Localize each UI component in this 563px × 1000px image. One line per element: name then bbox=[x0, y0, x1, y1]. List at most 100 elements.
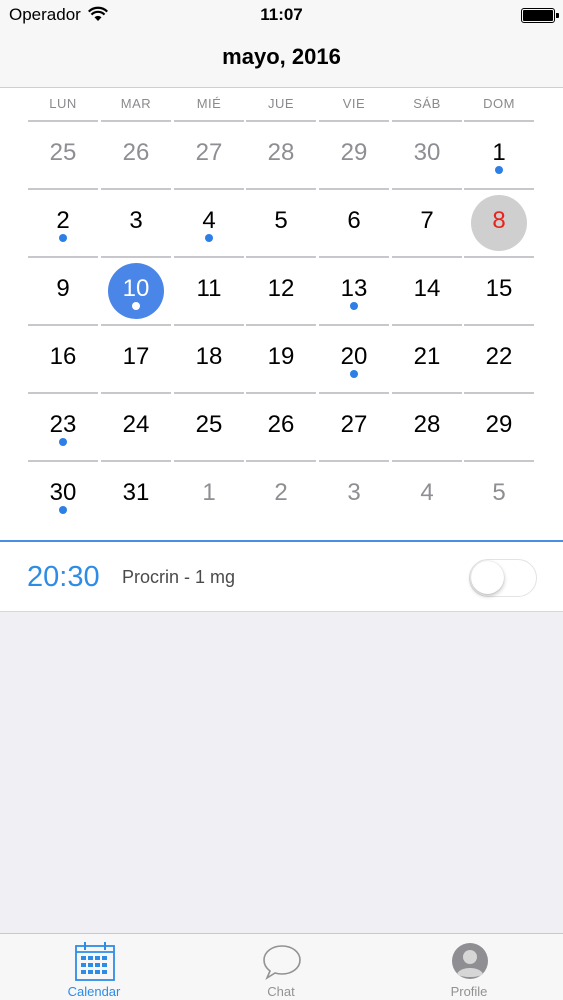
weekday-label: DOM bbox=[483, 96, 515, 111]
calendar-day-cell[interactable]: 24 bbox=[101, 392, 171, 459]
calendar-day-cell[interactable]: 6 bbox=[319, 188, 389, 255]
day-number: 12 bbox=[267, 275, 295, 302]
month-title: mayo, 2016 bbox=[222, 44, 341, 69]
day-number: 23 bbox=[49, 411, 77, 438]
day-number: 11 bbox=[196, 275, 222, 302]
calendar-day-cell[interactable]: 13 bbox=[319, 256, 389, 323]
calendar-day-cell[interactable]: 5 bbox=[464, 460, 534, 527]
weekday-label: MIÉ bbox=[196, 96, 222, 111]
calendar-icon bbox=[75, 942, 115, 981]
day-number: 17 bbox=[122, 343, 150, 370]
event-dot bbox=[59, 438, 67, 446]
calendar-day-cell[interactable]: 5 bbox=[246, 188, 316, 255]
calendar-day-cell[interactable]: 23 bbox=[28, 392, 98, 459]
calendar-day-cell[interactable]: 19 bbox=[246, 324, 316, 391]
calendar-day-cell[interactable]: 2 bbox=[246, 460, 316, 527]
day-number: 31 bbox=[122, 479, 150, 506]
calendar-day-cell[interactable]: 1 bbox=[464, 120, 534, 187]
day-number: 25 bbox=[195, 411, 223, 438]
calendar-day-cell[interactable]: 15 bbox=[464, 256, 534, 323]
calendar-day-cell[interactable]: 12 bbox=[246, 256, 316, 323]
medication-row[interactable]: 20:30 Procrin - 1 mg bbox=[0, 542, 563, 612]
profile-icon bbox=[452, 943, 488, 979]
calendar-day-cell[interactable]: 29 bbox=[319, 120, 389, 187]
day-number: 3 bbox=[347, 479, 361, 506]
tab-chat-label: Chat bbox=[267, 984, 295, 999]
day-number: 2 bbox=[274, 479, 288, 506]
calendar-day-cell[interactable]: 20 bbox=[319, 324, 389, 391]
calendar-day-cell[interactable]: 1 bbox=[174, 460, 244, 527]
day-number: 15 bbox=[485, 275, 513, 302]
calendar-day-cell[interactable]: 17 bbox=[101, 324, 171, 391]
event-dot bbox=[59, 506, 67, 514]
day-number: 26 bbox=[122, 139, 150, 166]
day-number: 20 bbox=[340, 343, 368, 370]
calendar-day-cell[interactable]: 27 bbox=[174, 120, 244, 187]
day-number: 6 bbox=[347, 207, 361, 234]
day-number: 26 bbox=[267, 411, 295, 438]
day-number: 1 bbox=[202, 479, 216, 506]
calendar-day-cell[interactable]: 28 bbox=[246, 120, 316, 187]
weekday-label: LUN bbox=[49, 96, 77, 111]
status-bar: Operador 11:07 bbox=[0, 0, 563, 30]
calendar-day-cell[interactable]: 31 bbox=[101, 460, 171, 527]
calendar-day-cell[interactable]: 7 bbox=[392, 188, 462, 255]
medication-time: 20:30 bbox=[27, 561, 100, 593]
calendar-day-cell[interactable]: 26 bbox=[246, 392, 316, 459]
day-number: 30 bbox=[49, 479, 77, 506]
calendar-day-cell[interactable]: 16 bbox=[28, 324, 98, 391]
weekday-label: VIE bbox=[342, 96, 366, 111]
medication-toggle[interactable] bbox=[469, 559, 537, 597]
weekday-label: SÁB bbox=[413, 96, 441, 111]
calendar-day-cell[interactable]: 25 bbox=[28, 120, 98, 187]
day-number: 5 bbox=[492, 479, 506, 506]
day-number: 10 bbox=[122, 275, 150, 302]
day-number: 4 bbox=[420, 479, 434, 506]
calendar-day-cell[interactable]: 18 bbox=[174, 324, 244, 391]
calendar-day-cell[interactable]: 27 bbox=[319, 392, 389, 459]
event-dot bbox=[132, 302, 140, 310]
day-number: 2 bbox=[56, 207, 70, 234]
calendar-day-cell[interactable]: 2 bbox=[28, 188, 98, 255]
battery-icon bbox=[521, 8, 559, 23]
calendar-day-cell[interactable]: 25 bbox=[174, 392, 244, 459]
calendar-day-cell[interactable]: 26 bbox=[101, 120, 171, 187]
day-number: 19 bbox=[267, 343, 295, 370]
calendar-day-cell[interactable]: 3 bbox=[319, 460, 389, 527]
tab-profile-label: Profile bbox=[450, 984, 488, 999]
day-number: 13 bbox=[340, 275, 368, 302]
calendar-day-cell[interactable]: 30 bbox=[28, 460, 98, 527]
day-number: 16 bbox=[49, 343, 77, 370]
day-number: 28 bbox=[267, 139, 295, 166]
day-number: 22 bbox=[485, 343, 513, 370]
day-number: 1 bbox=[492, 139, 506, 166]
tab-calendar[interactable]: Calendar bbox=[0, 934, 188, 1000]
calendar-day-cell[interactable]: 11 bbox=[174, 256, 244, 323]
day-number: 28 bbox=[413, 411, 441, 438]
calendar-day-cell[interactable]: 3 bbox=[101, 188, 171, 255]
day-number: 30 bbox=[413, 139, 441, 166]
calendar-day-cell[interactable]: 14 bbox=[392, 256, 462, 323]
calendar-day-cell[interactable]: 8 bbox=[464, 188, 534, 255]
day-number: 18 bbox=[195, 343, 223, 370]
tab-chat[interactable]: Chat bbox=[187, 934, 375, 1000]
calendar-day-cell[interactable]: 10 bbox=[101, 256, 171, 323]
weekday-label: JUE bbox=[267, 96, 295, 111]
day-number: 7 bbox=[420, 207, 434, 234]
day-number: 27 bbox=[340, 411, 368, 438]
calendar-day-cell[interactable]: 28 bbox=[392, 392, 462, 459]
calendar-day-cell[interactable]: 29 bbox=[464, 392, 534, 459]
event-dot bbox=[350, 370, 358, 378]
tab-profile[interactable]: Profile bbox=[375, 934, 563, 1000]
calendar-day-cell[interactable]: 4 bbox=[174, 188, 244, 255]
day-number: 24 bbox=[122, 411, 150, 438]
calendar-day-cell[interactable]: 30 bbox=[392, 120, 462, 187]
calendar-day-cell[interactable]: 4 bbox=[392, 460, 462, 527]
calendar-day-cell[interactable]: 9 bbox=[28, 256, 98, 323]
calendar-day-cell[interactable]: 21 bbox=[392, 324, 462, 391]
event-dot bbox=[205, 234, 213, 242]
weekday-header: LUN MAR MIÉ JUE VIE SÁB DOM bbox=[28, 96, 535, 116]
calendar-day-cell[interactable]: 22 bbox=[464, 324, 534, 391]
day-number: 8 bbox=[492, 207, 506, 234]
day-number: 29 bbox=[340, 139, 368, 166]
